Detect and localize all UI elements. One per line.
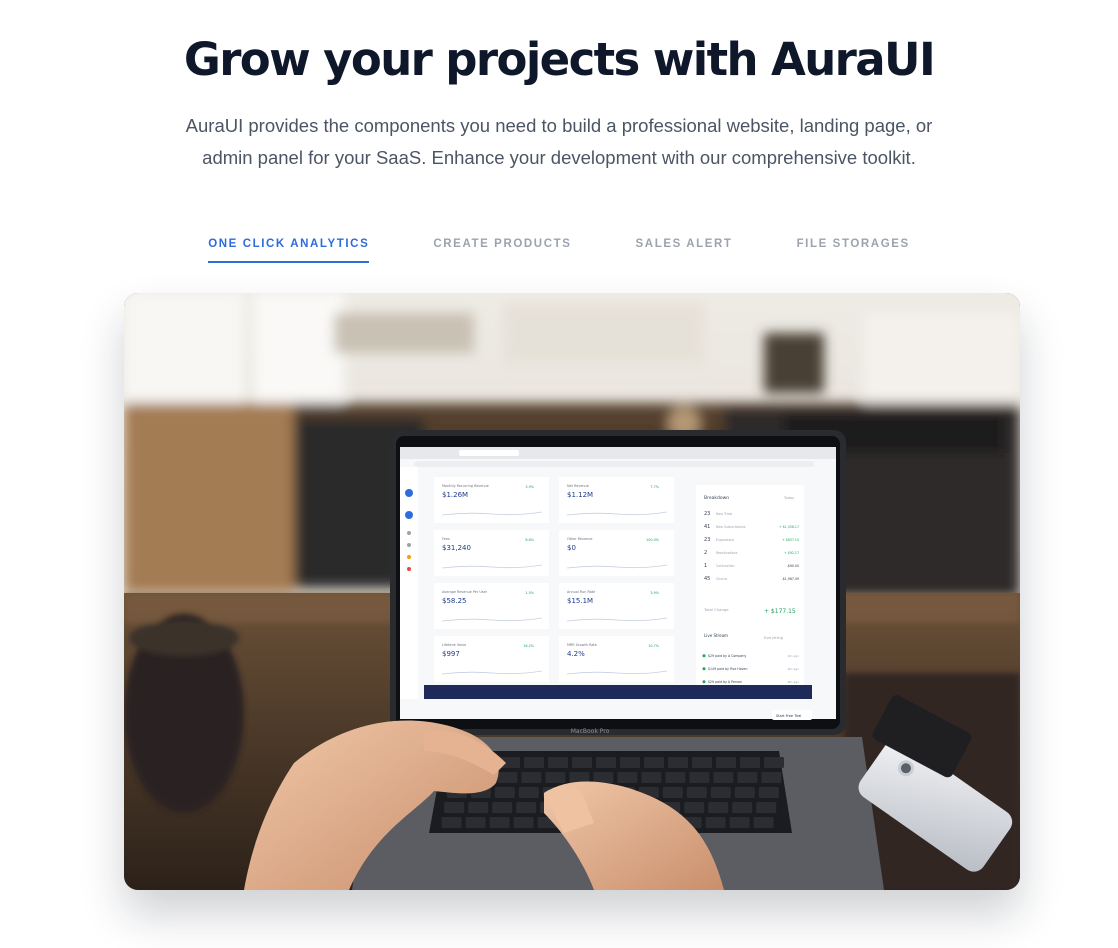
svg-text:Fees: Fees [442,537,450,541]
section-title: Grow your projects with AuraUI [183,33,936,86]
svg-text:$1.12M: $1.12M [567,491,593,499]
svg-text:+ $1,558.17: + $1,558.17 [779,525,799,529]
svg-text:Annual Run Rate: Annual Run Rate [567,590,595,594]
svg-text:7.7%: 7.7% [650,485,659,489]
svg-text:45: 45 [704,576,710,582]
metric-card: Other Revenue $0 100.0% [559,530,674,576]
metric-card: MRR Growth Rate 4.2% 10.7% [559,636,674,682]
svg-text:41: 41 [704,524,710,530]
breakdown-period: Today [783,496,794,500]
metric-card: Average Revenue Per User $58.25 1.5% [434,583,549,629]
svg-text:$29 paid by A Company: $29 paid by A Company [708,654,746,658]
svg-text:4m ago: 4m ago [788,654,800,658]
svg-text:Churns: Churns [716,577,728,581]
svg-text:8.6%: 8.6% [525,538,534,542]
svg-text:-$1,987.09: -$1,987.09 [782,577,799,581]
metric-card: Net Revenue $1.12M 7.7% [559,477,674,523]
tab-one-click-analytics[interactable]: ONE CLICK ANALYTICS [208,236,370,263]
svg-text:Expansions: Expansions [716,538,734,542]
svg-text:10.7%: 10.7% [648,644,660,648]
svg-text:2: 2 [704,550,707,556]
svg-text:$15.1M: $15.1M [567,597,593,605]
svg-text:$997: $997 [442,650,460,658]
live-stream-filter: Everything [764,636,783,640]
svg-text:4.2%: 4.2% [567,650,585,658]
hero-photo: Monthly Recurring Revenue $1.26M 3.9% Net R… [124,293,1020,890]
feature-tabs: ONE CLICK ANALYTICS CREATE PRODUCTS SALE… [0,236,1118,266]
tab-sales-alert[interactable]: SALES ALERT [636,236,733,261]
metric-card: Lifetime Value $997 16.2% [434,636,549,682]
svg-text:MRR Growth Rate: MRR Growth Rate [567,643,597,647]
svg-text:23: 23 [704,511,710,517]
svg-text:$1.26M: $1.26M [442,491,468,499]
svg-text:$149 paid by Five Haven: $149 paid by Five Haven [708,667,748,671]
features-section: Grow your projects with AuraUI AuraUI pr… [0,0,1118,948]
laptop-brand-label: MacBook Pro [571,728,610,735]
live-stream-title: Live Stream [704,633,728,638]
section-description: AuraUI provides the components you need … [185,115,933,168]
svg-text:$29 paid by A Person: $29 paid by A Person [708,680,742,684]
tab-file-storages[interactable]: FILE STORAGES [797,236,910,261]
svg-text:Other Revenue: Other Revenue [567,537,592,541]
svg-text:16.2%: 16.2% [523,644,535,648]
breakdown-total-value: + $177.15 [764,608,796,615]
svg-text:Contraction: Contraction [716,564,735,568]
svg-text:3.9%: 3.9% [525,485,534,489]
svg-text:8m ago: 8m ago [788,680,800,684]
svg-text:100.0%: 100.0% [646,538,660,542]
svg-text:Average Revenue Per User: Average Revenue Per User [442,590,488,594]
cta-button-text: Start Free Trial [776,714,801,718]
breakdown-title: Breakdown [704,495,729,501]
tab-create-products[interactable]: CREATE PRODUCTS [433,236,571,261]
svg-text:1.5%: 1.5% [525,591,534,595]
svg-text:$58.25: $58.25 [442,597,467,605]
svg-text:Monthly Recurring Revenue: Monthly Recurring Revenue [442,484,489,488]
metric-card: Monthly Recurring Revenue $1.26M 3.9% [434,477,549,523]
svg-text:+ $92.17: + $92.17 [784,551,799,555]
svg-text:New Trials: New Trials [716,512,732,516]
svg-text:23: 23 [704,537,710,543]
metric-card: Annual Run Rate $15.1M 3.9% [559,583,674,629]
svg-text:Net Revenue: Net Revenue [567,484,589,488]
metric-card: Fees $31,240 8.6% [434,530,549,576]
svg-text:-$90.00: -$90.00 [787,564,799,568]
laptop-photo-illustration: Monthly Recurring Revenue $1.26M 3.9% Net R… [124,293,1020,890]
svg-text:Lifetime Value: Lifetime Value [442,643,466,647]
svg-text:$0: $0 [567,544,576,552]
svg-text:1: 1 [704,563,707,569]
svg-text:New Subscriptions: New Subscriptions [716,525,746,529]
svg-text:Reactivations: Reactivations [716,551,738,555]
svg-text:$31,240: $31,240 [442,544,471,552]
svg-text:6m ago: 6m ago [788,667,800,671]
breakdown-total-label: Total Change [703,607,729,612]
svg-text:3.9%: 3.9% [650,591,659,595]
svg-text:+ $837.10: + $837.10 [782,538,799,542]
